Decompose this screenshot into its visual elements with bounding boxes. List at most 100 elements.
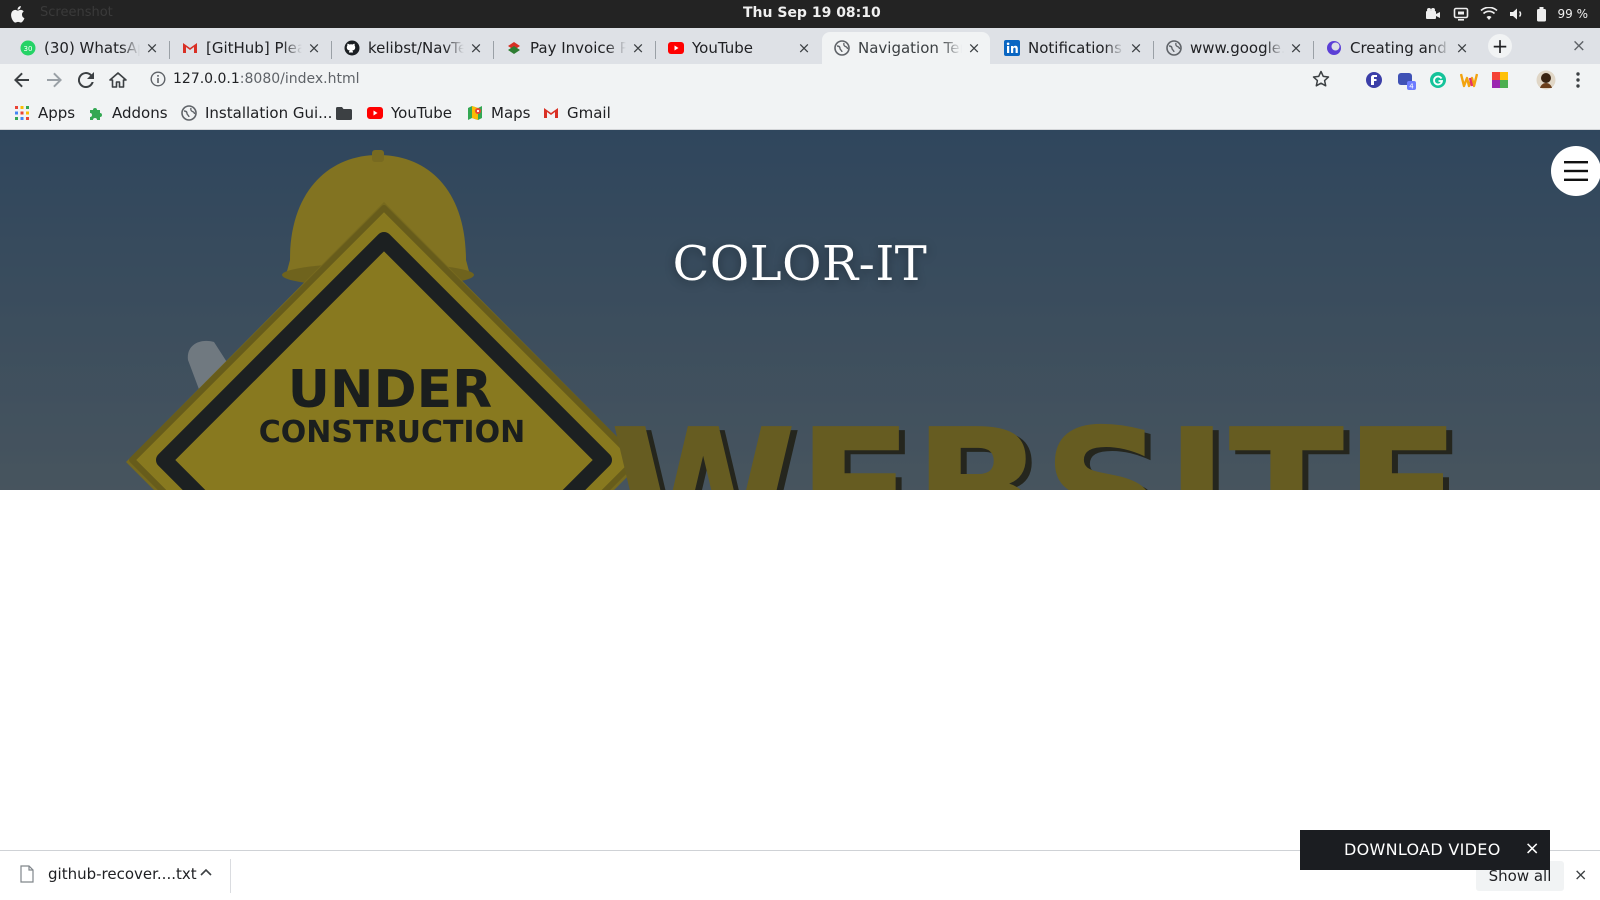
window-close-button[interactable]: × (1572, 36, 1586, 56)
tab-youtube[interactable]: YouTube × (656, 32, 820, 64)
video-camera-icon[interactable] (1424, 6, 1442, 22)
folder-icon (336, 105, 352, 121)
tab-close-button[interactable]: × (630, 39, 646, 57)
extension-badge-icon[interactable]: 4 (1396, 70, 1416, 90)
download-video-close-button[interactable]: × (1525, 838, 1540, 859)
forward-button[interactable] (42, 68, 66, 92)
payment-icon (506, 40, 522, 56)
youtube-icon (367, 105, 383, 121)
tab-navigation-template[interactable]: Navigation Template × (822, 32, 990, 64)
bookmark-label: Installation Gui... (205, 104, 333, 122)
bookmark-addons[interactable]: Addons (88, 103, 168, 123)
menu-icon (1564, 161, 1588, 181)
puzzle-icon (88, 105, 104, 121)
github-icon (344, 40, 360, 56)
wifi-icon[interactable] (1479, 6, 1498, 22)
home-button[interactable] (106, 68, 130, 92)
circle-icon (1326, 40, 1342, 56)
youtube-icon (668, 40, 684, 56)
bookmark-star-icon[interactable] (1312, 70, 1330, 88)
os-top-bar: Screenshot Thu Sep 19 08:10 99 % (0, 0, 1600, 28)
back-button[interactable] (10, 68, 34, 92)
divider (230, 859, 231, 893)
bookmark-folder[interactable] (336, 103, 360, 123)
tab-close-button[interactable]: × (796, 39, 812, 57)
tab-close-button[interactable]: × (1128, 39, 1144, 57)
url-text[interactable]: 127.0.0.1:8080/index.html (173, 71, 360, 87)
extension-firefox-relay-icon[interactable] (1364, 70, 1384, 90)
reload-button[interactable] (74, 68, 98, 92)
browser-toolbar: 127.0.0.1:8080/index.html 4 (0, 64, 1600, 96)
extension-w-icon[interactable] (1459, 70, 1479, 90)
extension-grammarly-icon[interactable] (1428, 70, 1448, 90)
bookmark-label: Maps (491, 104, 531, 122)
clock[interactable]: Thu Sep 19 08:10 (743, 5, 881, 21)
download-video-banner[interactable]: DOWNLOAD VIDEO × (1300, 830, 1550, 870)
download-shelf-close-button[interactable]: × (1574, 865, 1587, 884)
tab-title: Pay Invoice Page (530, 39, 626, 57)
tab-title: Navigation Template (858, 39, 962, 57)
hamburger-menu-button[interactable] (1551, 146, 1600, 196)
battery-icon[interactable] (1536, 6, 1548, 22)
url-path: :8080/index.html (239, 71, 360, 87)
page-viewport: UNDER CONSTRUCTION WEBSITE WEBSITE COLOR… (0, 130, 1600, 850)
volume-icon[interactable] (1508, 6, 1526, 22)
tab-title: Notifications | LinkedIn (1028, 39, 1124, 57)
bookmark-apps[interactable]: Apps (14, 103, 75, 123)
address-bar[interactable]: 127.0.0.1:8080/index.html (144, 65, 1344, 95)
whatsapp-icon: 30 (20, 40, 36, 56)
globe-icon (1166, 40, 1182, 56)
tab-title: www.google.com (1190, 39, 1284, 57)
under-construction-image: UNDER CONSTRUCTION WEBSITE WEBSITE (0, 130, 1600, 490)
browser-menu-button[interactable] (1568, 70, 1588, 90)
tab-strip: 30 (30) WhatsApp × [GitHub] Please × kel… (0, 28, 1600, 64)
bookmark-youtube[interactable]: YouTube (367, 103, 452, 123)
chevron-up-icon[interactable] (200, 865, 212, 880)
download-video-label: DOWNLOAD VIDEO (1344, 840, 1501, 859)
tab-title: YouTube (692, 39, 753, 57)
reload-icon (78, 72, 94, 88)
tab-close-button[interactable]: × (306, 39, 322, 57)
gmail-icon (182, 40, 198, 56)
svg-text:4: 4 (1409, 83, 1414, 91)
tab-creating-editing[interactable]: Creating and editing × (1314, 32, 1478, 64)
tab-pay-invoice[interactable]: Pay Invoice Page × (494, 32, 654, 64)
screen-share-icon[interactable] (1452, 6, 1470, 22)
system-tray: 99 % (1424, 3, 1589, 25)
apps-grid-icon (14, 105, 30, 121)
tab-close-button[interactable]: × (144, 39, 160, 57)
tab-whatsapp[interactable]: 30 (30) WhatsApp × (8, 32, 168, 64)
bookmark-gmail[interactable]: Gmail (543, 103, 611, 123)
bookmark-installation-guide[interactable]: Installation Gui... (181, 103, 332, 123)
gmail-icon (543, 105, 559, 121)
linkedin-icon (1004, 40, 1020, 56)
extension-colorpicker-icon[interactable] (1490, 70, 1510, 90)
bookmark-maps[interactable]: Maps (467, 103, 530, 123)
tab-linkedin[interactable]: Notifications | LinkedIn × (992, 32, 1152, 64)
tab-close-button[interactable]: × (1454, 39, 1470, 57)
profile-avatar[interactable] (1536, 70, 1556, 90)
tab-google[interactable]: www.google.com × (1154, 32, 1312, 64)
apple-icon[interactable] (9, 4, 27, 24)
tab-close-button[interactable]: × (468, 39, 484, 57)
active-app-name: Screenshot (40, 5, 113, 20)
tab-gmail-github[interactable]: [GitHub] Please × (170, 32, 330, 64)
download-item[interactable]: github-recover....txt (20, 865, 197, 883)
home-icon (109, 72, 127, 88)
globe-icon (181, 105, 197, 121)
tab-title: (30) WhatsApp (44, 39, 140, 57)
bookmark-label: Apps (38, 104, 76, 122)
tab-title: kelibst/NavTemplate (368, 39, 464, 57)
new-tab-button[interactable]: + (1488, 34, 1512, 58)
info-icon[interactable] (150, 71, 166, 87)
url-host: 127.0.0.1 (173, 71, 240, 87)
svg-text:30: 30 (24, 45, 33, 53)
battery-percent: 99 % (1557, 7, 1589, 21)
file-icon (20, 865, 34, 883)
tab-close-button[interactable]: × (1288, 39, 1304, 57)
bookmark-label: YouTube (391, 104, 452, 122)
tab-close-button[interactable]: × (966, 39, 982, 57)
tab-title: [GitHub] Please (206, 39, 302, 57)
tab-github[interactable]: kelibst/NavTemplate × (332, 32, 492, 64)
maps-icon (467, 105, 483, 121)
